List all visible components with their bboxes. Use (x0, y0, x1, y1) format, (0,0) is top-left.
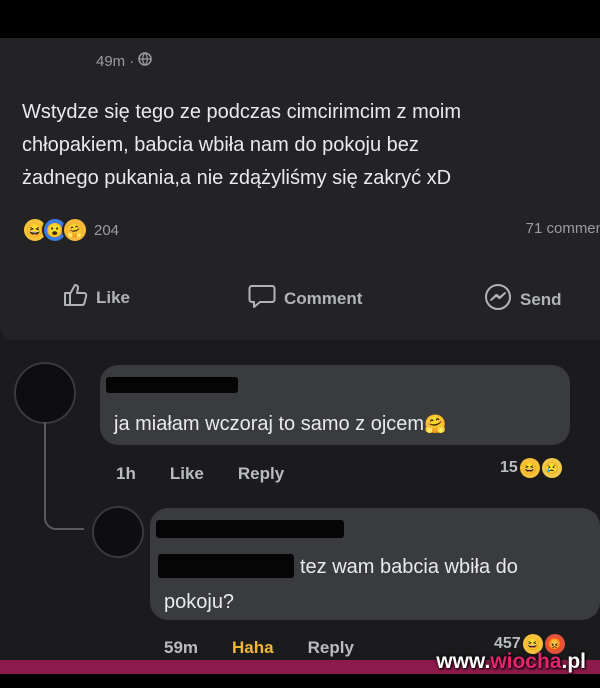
comment-reactions[interactable]: 15 😆 😢 (500, 458, 562, 478)
post-line: żadnego pukania,a nie zdążyliśmy się zak… (22, 167, 452, 189)
comment-like-button[interactable]: Like (170, 464, 204, 484)
post-actions: Like Comment Send (0, 283, 600, 323)
comment-text: ja miałam wczoraj to samo z ojcem🤗 (114, 413, 447, 435)
post-time[interactable]: 49m (96, 53, 125, 70)
screen: 49m · Wstydze się tego ze podczas cimcir… (0, 38, 600, 660)
meta-separator: · (129, 52, 135, 70)
like-button[interactable]: Like (62, 283, 130, 312)
redacted-mention (158, 554, 294, 578)
thumbs-up-icon (62, 283, 88, 312)
redacted-commenter-name (106, 377, 238, 393)
comment-meta: 1h Like Reply (116, 464, 284, 484)
watermark: www.wiocha.pl (436, 650, 586, 673)
post-card: 49m · Wstydze się tego ze podczas cimcir… (0, 38, 600, 340)
reaction-count: 204 (94, 221, 120, 239)
thread-line (44, 422, 84, 530)
post-line: chłopakiem, babcia wbiła nam do pokoju b… (22, 134, 419, 156)
messenger-icon (484, 283, 512, 316)
redacted-replier-name (156, 520, 344, 538)
reply-text-line2: pokoju? (164, 591, 235, 613)
post-meta: 49m · (96, 52, 152, 70)
comment-button[interactable]: Comment (248, 283, 362, 314)
comment-reply-button[interactable]: Reply (238, 464, 284, 484)
post-body: Wstydze się tego ze podczas cimcirimcim … (22, 96, 600, 195)
care-reaction-icon: 🤗 (62, 217, 88, 243)
reaction-summary[interactable]: 😆 😮 🤗 204 (22, 217, 119, 243)
reply-text-line1: tez wam babcia wbiła do (300, 556, 518, 578)
hugging-emoji: 🤗 (424, 414, 447, 434)
comment-label: Comment (284, 288, 363, 308)
send-label: Send (520, 289, 562, 309)
commenter-avatar[interactable] (14, 362, 76, 424)
comment-count[interactable]: 71 commen (526, 220, 600, 237)
comment-time[interactable]: 1h (116, 464, 136, 484)
reply-time[interactable]: 59m (164, 638, 198, 658)
globe-icon (138, 52, 152, 70)
sad-reaction-icon: 😢 (541, 458, 562, 478)
laugh-reaction-icon: 😆 (519, 458, 540, 478)
reply-avatar[interactable] (92, 506, 144, 558)
speech-bubble-icon (248, 283, 276, 314)
like-label: Like (96, 287, 131, 307)
reply-reply-button[interactable]: Reply (308, 638, 354, 658)
post-line: Wstydze się tego ze podczas cimcirimcim … (22, 101, 461, 123)
reply-meta: 59m Haha Reply (164, 638, 354, 658)
comment-reaction-count: 15 (500, 459, 518, 476)
send-button[interactable]: Send (484, 283, 562, 316)
haha-reaction-button[interactable]: Haha (232, 638, 274, 658)
